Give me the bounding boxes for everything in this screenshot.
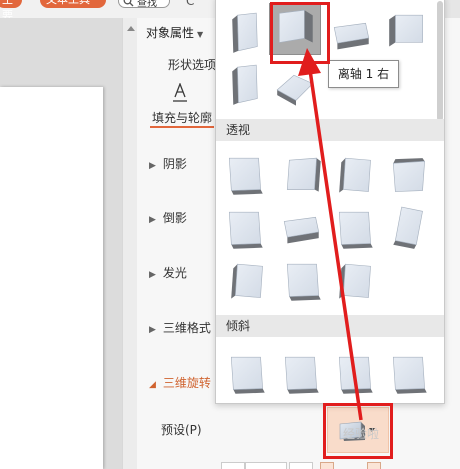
annotation-arrow [298,48,363,421]
